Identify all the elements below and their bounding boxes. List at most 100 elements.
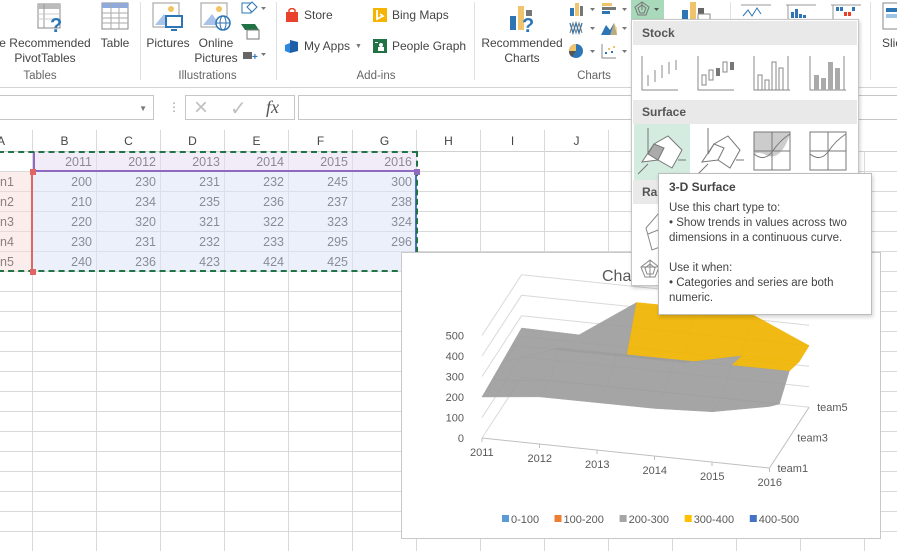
cell[interactable] bbox=[289, 352, 353, 372]
cell[interactable] bbox=[0, 532, 33, 551]
column-header[interactable]: C bbox=[97, 130, 161, 152]
cell[interactable] bbox=[545, 172, 609, 192]
cell[interactable] bbox=[97, 292, 161, 312]
cell[interactable] bbox=[161, 512, 225, 532]
cell[interactable] bbox=[225, 272, 289, 292]
my-apps-button[interactable]: My Apps ▼ bbox=[285, 39, 362, 53]
cell[interactable] bbox=[417, 212, 481, 232]
insert-function-icon[interactable]: fx bbox=[266, 97, 279, 118]
cell[interactable] bbox=[97, 372, 161, 392]
cell[interactable] bbox=[0, 352, 33, 372]
line-chart-button[interactable] bbox=[568, 20, 598, 36]
online-pictures-button[interactable]: Online Pictures bbox=[194, 2, 238, 66]
cell[interactable] bbox=[97, 512, 161, 532]
cell[interactable] bbox=[161, 272, 225, 292]
cell[interactable] bbox=[0, 292, 33, 312]
formula-bar-grip-icon[interactable]: ⋮ bbox=[168, 100, 180, 114]
cell[interactable] bbox=[33, 452, 97, 472]
column-header[interactable]: B bbox=[33, 130, 97, 152]
slicer-button[interactable]: Slic bbox=[878, 2, 897, 52]
cell[interactable] bbox=[161, 432, 225, 452]
cell[interactable] bbox=[97, 532, 161, 551]
cell[interactable] bbox=[97, 432, 161, 452]
column-header[interactable]: I bbox=[481, 130, 545, 152]
stock-chart-volume-hlc[interactable] bbox=[750, 50, 802, 96]
store-button[interactable]: Store bbox=[285, 8, 333, 22]
cell[interactable] bbox=[97, 392, 161, 412]
cell[interactable] bbox=[481, 212, 545, 232]
cell[interactable] bbox=[161, 532, 225, 551]
cell[interactable] bbox=[289, 472, 353, 492]
cell[interactable] bbox=[545, 212, 609, 232]
screenshot-button[interactable]: + bbox=[241, 46, 267, 63]
wireframe-contour-item[interactable] bbox=[806, 124, 858, 180]
cell[interactable] bbox=[289, 292, 353, 312]
cell[interactable] bbox=[225, 492, 289, 512]
cell[interactable] bbox=[289, 272, 353, 292]
stock-chart-high-low-close[interactable] bbox=[638, 50, 690, 96]
cell[interactable] bbox=[161, 332, 225, 352]
stock-chart-open-high-low-close[interactable] bbox=[694, 50, 746, 96]
cell[interactable] bbox=[161, 412, 225, 432]
cell[interactable] bbox=[289, 372, 353, 392]
cell[interactable] bbox=[97, 272, 161, 292]
cell[interactable] bbox=[97, 352, 161, 372]
cell[interactable] bbox=[33, 352, 97, 372]
name-box[interactable]: ▼ bbox=[0, 95, 154, 120]
cell[interactable] bbox=[225, 292, 289, 312]
cell[interactable] bbox=[865, 152, 897, 172]
cell[interactable] bbox=[161, 352, 225, 372]
cell[interactable] bbox=[0, 392, 33, 412]
cell[interactable] bbox=[33, 472, 97, 492]
cell[interactable] bbox=[225, 372, 289, 392]
cell[interactable] bbox=[225, 512, 289, 532]
cell[interactable] bbox=[545, 192, 609, 212]
my-apps-dropdown-icon[interactable]: ▼ bbox=[355, 43, 362, 50]
cell[interactable] bbox=[97, 472, 161, 492]
cell[interactable] bbox=[289, 512, 353, 532]
enter-icon[interactable]: ✓ bbox=[230, 96, 247, 121]
scatter-chart-button[interactable] bbox=[600, 42, 630, 60]
cell[interactable] bbox=[417, 152, 481, 172]
surface-3d-item-selected[interactable] bbox=[634, 124, 690, 180]
cell[interactable] bbox=[289, 432, 353, 452]
cell[interactable] bbox=[0, 332, 33, 352]
pie-chart-button[interactable] bbox=[568, 42, 598, 60]
cell[interactable] bbox=[33, 272, 97, 292]
column-header[interactable]: F bbox=[289, 130, 353, 152]
cell[interactable] bbox=[0, 492, 33, 512]
cell[interactable] bbox=[161, 372, 225, 392]
cell[interactable] bbox=[225, 472, 289, 492]
cell[interactable] bbox=[417, 232, 481, 252]
shapes-button[interactable] bbox=[241, 0, 267, 16]
range-handle[interactable] bbox=[30, 269, 36, 275]
column-header[interactable]: A bbox=[0, 130, 33, 152]
people-graph-button[interactable]: People Graph bbox=[373, 39, 466, 53]
cell[interactable] bbox=[289, 412, 353, 432]
name-box-dropdown-icon[interactable]: ▼ bbox=[139, 104, 147, 113]
surface-3d-wireframe-item[interactable] bbox=[694, 124, 746, 180]
radar-chart-button-selected[interactable] bbox=[631, 0, 664, 19]
cell[interactable] bbox=[97, 332, 161, 352]
cell[interactable] bbox=[289, 312, 353, 332]
cell[interactable] bbox=[0, 432, 33, 452]
cell[interactable] bbox=[545, 232, 609, 252]
cell[interactable] bbox=[289, 392, 353, 412]
cell[interactable] bbox=[225, 332, 289, 352]
column-chart-button[interactable] bbox=[568, 1, 598, 17]
cell[interactable] bbox=[161, 492, 225, 512]
cell[interactable] bbox=[0, 512, 33, 532]
cell[interactable] bbox=[225, 532, 289, 551]
cell[interactable] bbox=[417, 192, 481, 212]
cell[interactable] bbox=[481, 152, 545, 172]
sparkline-winloss-button[interactable] bbox=[830, 2, 862, 20]
cell[interactable] bbox=[161, 392, 225, 412]
column-header[interactable]: D bbox=[161, 130, 225, 152]
table-button[interactable]: Table bbox=[98, 2, 132, 52]
cell[interactable] bbox=[97, 452, 161, 472]
cell[interactable] bbox=[97, 492, 161, 512]
cell[interactable] bbox=[545, 152, 609, 172]
cell[interactable] bbox=[33, 292, 97, 312]
column-header[interactable]: G bbox=[353, 130, 417, 152]
bing-maps-button[interactable]: Bing Maps bbox=[373, 8, 449, 22]
